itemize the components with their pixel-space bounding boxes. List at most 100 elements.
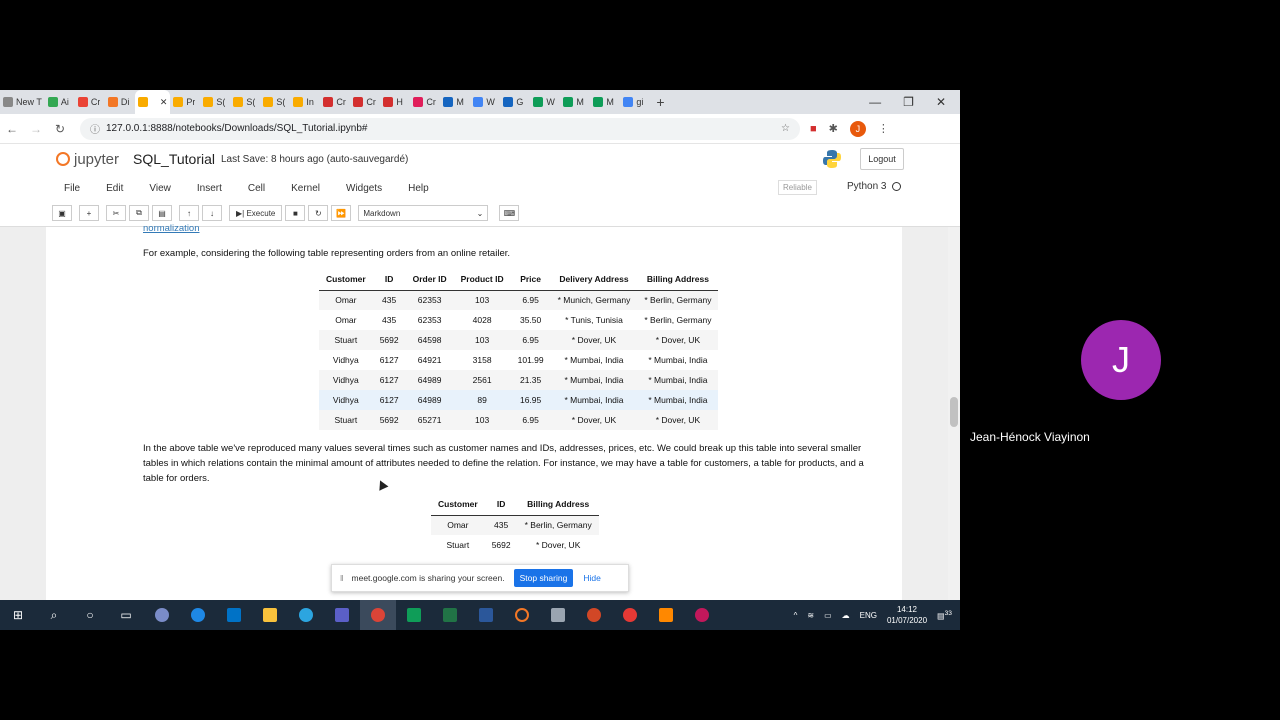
battery-icon[interactable]: ▭	[824, 611, 832, 620]
vlc-icon[interactable]	[648, 600, 684, 630]
move-up-icon[interactable]: ↑	[179, 205, 199, 221]
browser-tab[interactable]: ✕	[134, 90, 171, 114]
page-scrollbar[interactable]	[948, 227, 960, 630]
menu-help[interactable]: Help	[408, 183, 429, 194]
extension-icon[interactable]: ■	[810, 123, 817, 135]
browser-tab[interactable]: W	[470, 90, 500, 114]
app-window-icon[interactable]	[540, 600, 576, 630]
restore-icon[interactable]: ❐	[903, 95, 914, 109]
cortana-icon[interactable]: ○	[72, 600, 108, 630]
browser-tab[interactable]: M	[560, 90, 590, 114]
excel-icon[interactable]	[432, 600, 468, 630]
app-r-icon[interactable]	[144, 600, 180, 630]
jupyter-app-icon[interactable]	[504, 600, 540, 630]
hide-banner-button[interactable]: Hide	[583, 573, 600, 583]
menu-edit[interactable]: Edit	[106, 183, 123, 194]
table-cell: 6.95	[510, 290, 551, 310]
telegram-icon[interactable]	[288, 600, 324, 630]
outlook-icon[interactable]	[216, 600, 252, 630]
table-cell: 64989	[405, 370, 454, 390]
paste-icon[interactable]: ▤	[152, 205, 172, 221]
star-icon[interactable]: ☆	[781, 123, 790, 134]
save-icon[interactable]: ▣	[52, 205, 72, 221]
profile-avatar[interactable]: J	[849, 120, 866, 137]
menu-file[interactable]: File	[64, 183, 80, 194]
fast-forward-icon[interactable]: ⏩	[331, 205, 352, 221]
copy-icon[interactable]: ⧉	[129, 205, 149, 221]
table-cell: 64921	[417, 355, 442, 365]
chrome-icon[interactable]	[360, 600, 396, 630]
browser-tab[interactable]: Cr	[350, 90, 380, 114]
url-bar[interactable]: ⓘ 127.0.0.1:8888/notebooks/Downloads/SQL…	[80, 117, 800, 140]
app-multicolor-icon[interactable]	[612, 600, 648, 630]
powerpoint-icon[interactable]	[576, 600, 612, 630]
notification-center[interactable]: ▤33	[937, 610, 952, 621]
browser-tab[interactable]: W	[530, 90, 560, 114]
stop-sharing-button[interactable]: Stop sharing	[513, 569, 574, 587]
browser-tab[interactable]: New T	[0, 90, 45, 114]
onedrive-icon[interactable]: ☁	[842, 611, 850, 620]
scrollbar-thumb[interactable]	[950, 397, 958, 427]
show-hidden-icon[interactable]: ^	[794, 611, 798, 620]
search-icon[interactable]: ⌕	[36, 600, 72, 630]
move-down-icon[interactable]: ↓	[202, 205, 222, 221]
forward-icon[interactable]: →	[24, 122, 48, 136]
browser-tab[interactable]: Ai	[45, 90, 75, 114]
execute-button[interactable]: ▶| Execute	[229, 205, 283, 221]
teams-icon[interactable]	[324, 600, 360, 630]
menu-insert[interactable]: Insert	[197, 183, 222, 194]
menu-kernel[interactable]: Kernel	[291, 183, 320, 194]
app-gear-icon[interactable]	[684, 600, 720, 630]
clock[interactable]: 14:12 01/07/2020	[887, 604, 927, 626]
browser-tab[interactable]: S(	[230, 90, 260, 114]
back-icon[interactable]: ←	[0, 122, 24, 136]
browser-tab[interactable]: Cr	[320, 90, 350, 114]
reload-icon[interactable]: ↻	[48, 122, 72, 136]
menu-widgets[interactable]: Widgets	[346, 183, 382, 194]
cut-icon[interactable]: ✂	[106, 205, 126, 221]
drag-handle-icon[interactable]: ‖	[340, 573, 344, 583]
task-view-icon[interactable]: ▭	[108, 600, 144, 630]
trusted-badge[interactable]: Reliable	[778, 180, 817, 195]
table-cell: * Dover, UK	[550, 410, 638, 430]
browser-tab[interactable]: S(	[260, 90, 290, 114]
new-tab-button[interactable]: +	[656, 94, 664, 110]
keyboard-icon[interactable]: ⌨	[499, 205, 520, 221]
minimize-icon[interactable]: —	[869, 95, 881, 109]
cell-type-select[interactable]: Markdown ⌄	[358, 205, 489, 221]
browser-tab[interactable]: M	[440, 90, 470, 114]
menu-cell[interactable]: Cell	[248, 183, 265, 194]
jupyter-logo[interactable]: jupyter	[56, 151, 119, 168]
edge-icon[interactable]	[180, 600, 216, 630]
restart-icon[interactable]: ↻	[308, 205, 329, 221]
app-chart-icon[interactable]	[396, 600, 432, 630]
word-icon[interactable]	[468, 600, 504, 630]
close-window-icon[interactable]: ✕	[936, 95, 946, 109]
browser-tab[interactable]: G	[500, 90, 530, 114]
browser-tab[interactable]: gi	[620, 90, 650, 114]
notebook-title[interactable]: SQL_Tutorial	[133, 151, 215, 167]
browser-tab[interactable]: H	[380, 90, 410, 114]
add-cell-icon[interactable]: +	[79, 205, 99, 221]
browser-tab[interactable]: Cr	[410, 90, 440, 114]
browser-tab[interactable]: S(	[200, 90, 230, 114]
puzzle-icon[interactable]: ✱	[829, 122, 838, 135]
menu-view[interactable]: View	[149, 183, 171, 194]
menu-kebab-icon[interactable]: ⋮	[878, 122, 889, 135]
normalization-link[interactable]: normalization	[143, 223, 200, 234]
windows-start-icon[interactable]: ⊞	[0, 600, 36, 630]
browser-tab[interactable]: Pr	[170, 90, 200, 114]
browser-tab[interactable]: Di	[105, 90, 135, 114]
language-indicator[interactable]: ENG	[860, 611, 877, 620]
stop-icon[interactable]: ■	[285, 205, 306, 221]
network-icon[interactable]: ≋	[807, 611, 814, 620]
tab-favicon-icon	[533, 97, 544, 107]
browser-tab[interactable]: M	[590, 90, 620, 114]
table-cell: 6.95	[510, 410, 551, 430]
file-explorer-icon[interactable]	[252, 600, 288, 630]
browser-tab[interactable]: In	[290, 90, 320, 114]
logout-button[interactable]: Logout	[860, 148, 904, 170]
browser-tab[interactable]: Cr	[75, 90, 105, 114]
tab-label: M	[576, 97, 584, 107]
close-tab-icon[interactable]: ✕	[160, 97, 168, 108]
